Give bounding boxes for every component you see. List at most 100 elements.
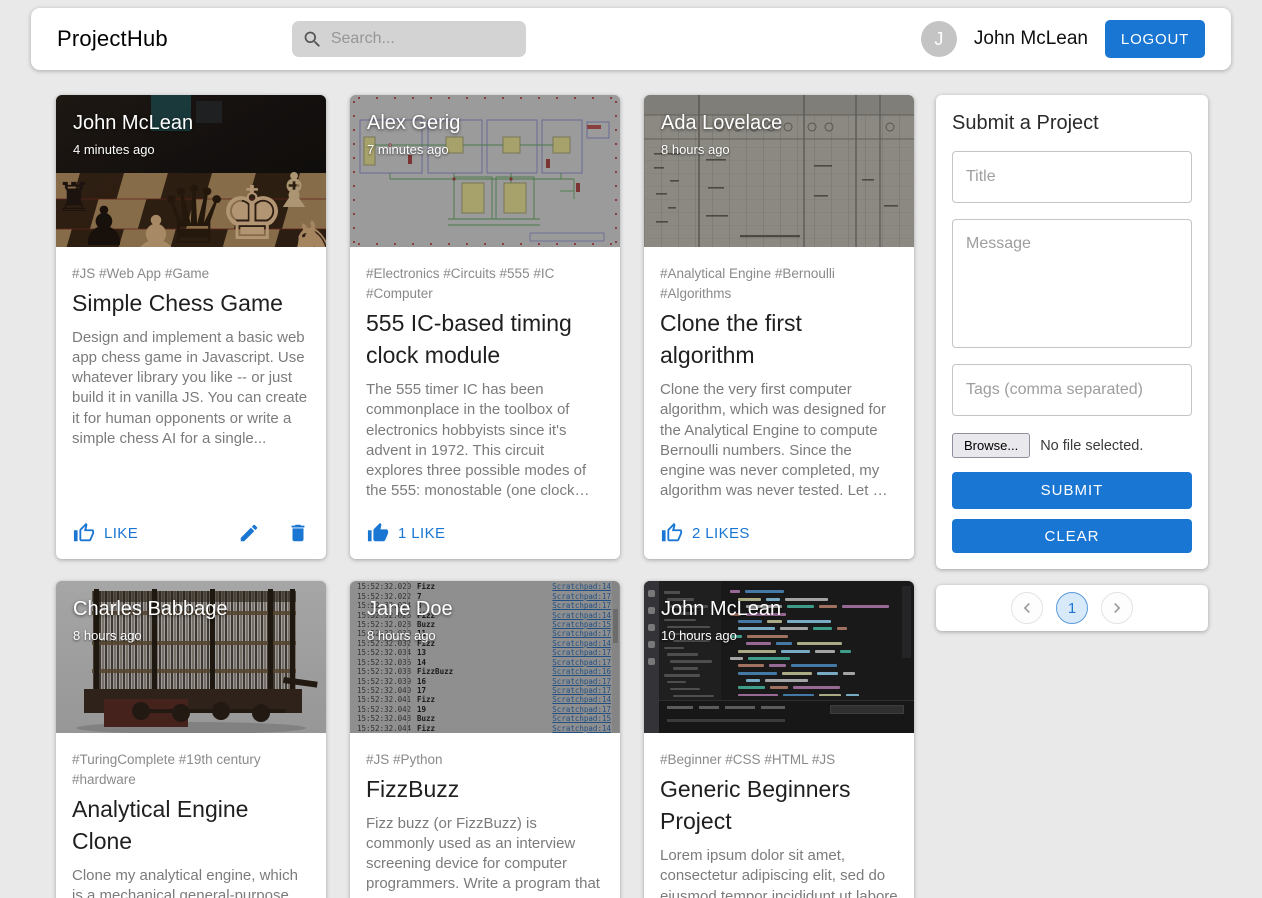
user-name: John McLean [973,28,1088,49]
image-caption: Jane Doe 8 hours ago [367,598,453,643]
page-1-button[interactable]: 1 [1056,592,1088,624]
card-description: Fizz buzz (or FizzBuzz) is commonly used… [366,815,600,898]
card-author: Charles Babbage [73,598,228,620]
card-description: Lorem ipsum dolor sit amet, consectetur … [660,847,898,898]
card-title: FizzBuzz [366,775,460,802]
edit-pencil-icon [240,524,258,542]
search-box[interactable] [291,21,526,57]
file-input-row: Browse... No file selected. [952,433,1192,458]
card-author: Ada Lovelace [661,112,783,134]
card-body: #Beginner #CSS #HTML #JS Generic Beginne… [644,733,914,898]
image-caption: John McLean 4 minutes ago [73,112,193,157]
card-author: Alex Gerig [367,112,461,134]
project-card-fizzbuzz: 15:52:32.020 Fizz Scratchpad:14 15:52:32.02… [350,581,620,898]
card-body: #JS #Web App #Game Simple Chess Game Des… [56,247,326,449]
card-image-machine: Charles Babbage 8 hours ago [56,581,326,733]
card-title: 555 IC-based timing clock module [366,309,572,369]
project-card-analytical-engine-clone: Charles Babbage 8 hours ago #TuringCompl… [56,581,326,898]
delete-button[interactable] [287,522,309,544]
search-icon [304,31,320,47]
trash-icon [291,524,305,542]
file-status-text: No file selected. [1040,437,1144,454]
previous-page-button[interactable] [1011,592,1043,624]
thumb-up-outline-icon [73,522,95,542]
message-input[interactable] [952,219,1192,348]
main-content: ♜ ♟ ♟ ♛ ♚ ♝ ♞ John McLean 4 minutes ago [0,70,1262,898]
submit-button[interactable]: SUBMIT [952,472,1192,509]
card-tags: #Beginner #CSS #HTML #JS [660,752,836,767]
card-time: 8 hours ago [73,628,142,643]
next-page-button[interactable] [1101,592,1133,624]
card-tags: #TuringComplete #19th century #hardware [72,752,261,787]
card-title: Generic Beginners Project [660,775,851,835]
card-description: Clone my analytical engine, which is a m… [72,867,298,898]
card-author: John McLean [73,112,194,134]
pagination: 1 [936,585,1208,631]
clear-button[interactable]: CLEAR [952,519,1192,553]
image-caption: Ada Lovelace 8 hours ago [661,112,782,157]
card-time: 8 hours ago [661,142,730,157]
card-image-code-editor: John McLean 10 hours ago [644,581,914,733]
card-author: John McLean [661,598,782,620]
card-tags: #Electronics #Circuits #555 #IC #Compute… [366,266,555,301]
card-body: #TuringComplete #19th century #hardware … [56,733,326,898]
card-tags: #JS #Web App #Game [72,266,210,281]
title-input[interactable] [952,151,1192,203]
card-time: 10 hours ago [661,628,737,643]
project-card-grid: ♜ ♟ ♟ ♛ ♚ ♝ ♞ John McLean 4 minutes ago [56,95,914,898]
card-body: #JS #Python FizzBuzz Fizz buzz (or FizzB… [350,733,620,898]
chevron-right-icon [1114,603,1121,613]
owner-actions [238,522,309,544]
tags-input[interactable] [952,364,1192,416]
logout-button[interactable]: LOGOUT [1105,20,1205,58]
submit-project-form: Submit a Project Browse... No file selec… [936,95,1208,569]
card-title: Simple Chess Game [72,289,283,316]
card-description: Design and implement a basic web app che… [72,329,308,447]
card-time: 4 minutes ago [73,142,155,157]
image-caption: Charles Babbage 8 hours ago [73,598,228,643]
image-caption: John McLean 10 hours ago [661,598,781,643]
thumb-up-filled-icon [367,522,389,542]
card-description: The 555 timer IC has been commonplace in… [366,381,587,499]
avatar: J [920,21,957,57]
card-footer: 2 LIKES [644,509,914,559]
project-card-555-timing-clock: Alex Gerig 7 minutes ago #Electronics #C… [350,95,620,559]
like-label: LIKE [104,524,139,542]
card-footer: 1 LIKE [350,509,620,559]
chevron-left-icon [1023,603,1030,613]
image-caption: Alex Gerig 7 minutes ago [367,112,460,157]
brand-logo: ProjectHub [57,26,168,51]
like-button[interactable]: 1 LIKE [367,522,445,544]
card-body: #Electronics #Circuits #555 #IC #Compute… [350,247,620,501]
thumb-up-outline-icon [661,522,683,542]
card-author: Jane Doe [367,598,453,620]
like-button[interactable]: 2 LIKES [661,522,750,544]
card-image-document: Ada Lovelace 8 hours ago [644,95,914,247]
card-tags: #Analytical Engine #Bernoulli #Algorithm… [660,266,835,301]
like-button[interactable]: LIKE [73,522,138,544]
card-description: Clone the very first computer algorithm,… [660,381,894,499]
card-image-chess: ♜ ♟ ♟ ♛ ♚ ♝ ♞ John McLean 4 minutes ago [56,95,326,247]
card-time: 7 minutes ago [367,142,449,157]
appbar-user-area: J John McLean LOGOUT [920,20,1205,58]
search-input[interactable] [330,30,516,48]
card-title: Clone the first algorithm [660,309,802,369]
browse-button[interactable]: Browse... [952,433,1031,458]
edit-button[interactable] [238,522,260,544]
card-image-console: 15:52:32.020 Fizz Scratchpad:14 15:52:32.02… [350,581,620,733]
card-tags: #JS #Python [366,752,443,767]
like-label: 1 LIKE [398,524,446,542]
card-time: 8 hours ago [367,628,436,643]
sidebar: Submit a Project Browse... No file selec… [936,95,1208,631]
card-body: #Analytical Engine #Bernoulli #Algorithm… [644,247,914,501]
editor-activity-bar [644,581,659,733]
project-card-generic-beginners-project: John McLean 10 hours ago #Beginner #CSS … [644,581,914,898]
card-title: Analytical Engine Clone [72,795,249,855]
project-card-simple-chess-game: ♜ ♟ ♟ ♛ ♚ ♝ ♞ John McLean 4 minutes ago [56,95,326,559]
project-card-first-algorithm: Ada Lovelace 8 hours ago #Analytical Eng… [644,95,914,559]
form-title: Submit a Project [952,112,1099,134]
card-image-schematic: Alex Gerig 7 minutes ago [350,95,620,247]
app-bar: ProjectHub J John McLean LOGOUT [31,8,1231,70]
like-label: 2 LIKES [692,524,750,542]
card-footer: LIKE [56,509,326,559]
